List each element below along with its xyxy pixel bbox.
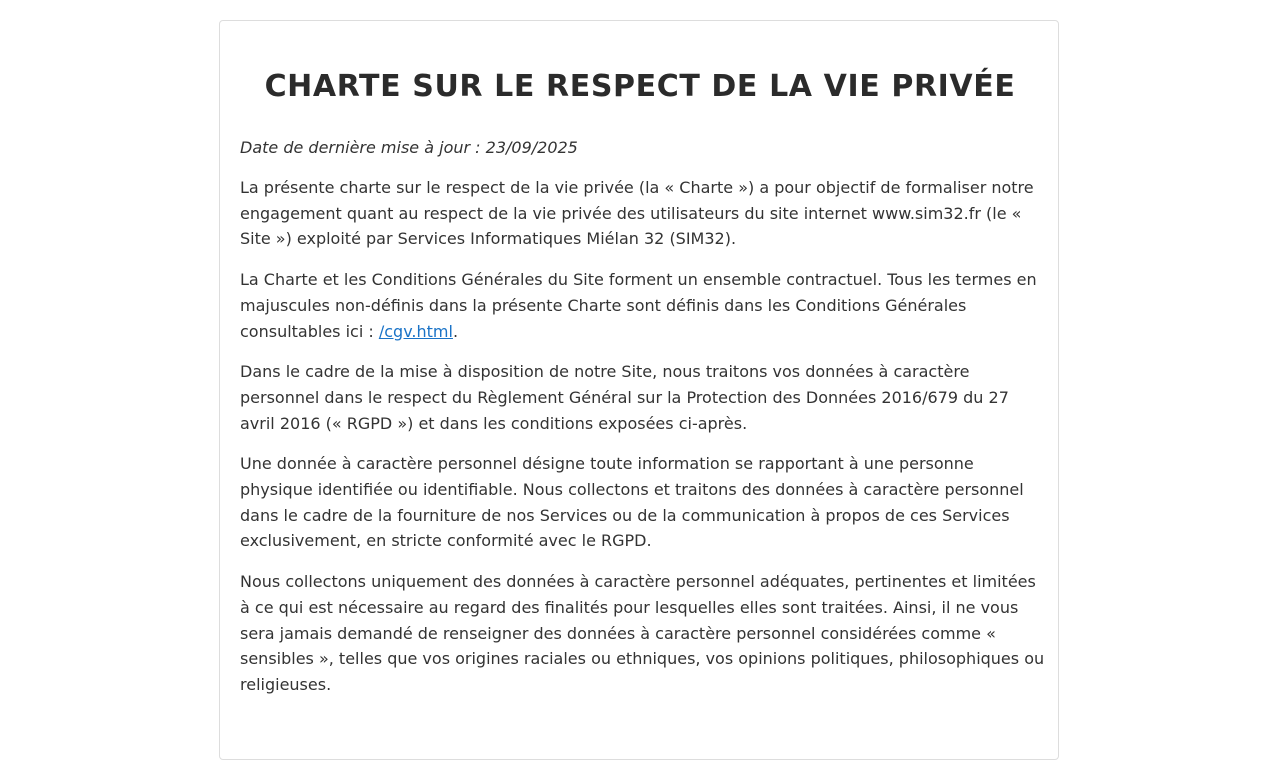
- paragraph-conditions-end: .: [452, 321, 459, 341]
- paragraph-conditions-text: La Charte et les Conditions Générales du…: [240, 270, 1037, 341]
- paragraph-rgpd: Dans le cadre de la mise à disposition d…: [240, 362, 1009, 433]
- last-updated-date: Date de dernière mise à jour : 23/09/202…: [240, 138, 578, 157]
- paragraph-conditions: La Charte et les Conditions Générales du…: [240, 267, 1045, 344]
- policy-content: Date de dernière mise à jour : 23/09/202…: [240, 135, 1045, 713]
- paragraph-personal-data: Une donnée à caractère personnel désigne…: [240, 454, 1024, 551]
- cgv-link[interactable]: /cgv.html: [379, 322, 453, 341]
- page-title: CHARTE SUR LE RESPECT DE LA VIE PRIVÉE: [264, 69, 1016, 104]
- paragraph-data-minimization: Nous collectons uniquement des données à…: [240, 572, 1045, 694]
- paragraph-intro: La présente charte sur le respect de la …: [240, 178, 1034, 249]
